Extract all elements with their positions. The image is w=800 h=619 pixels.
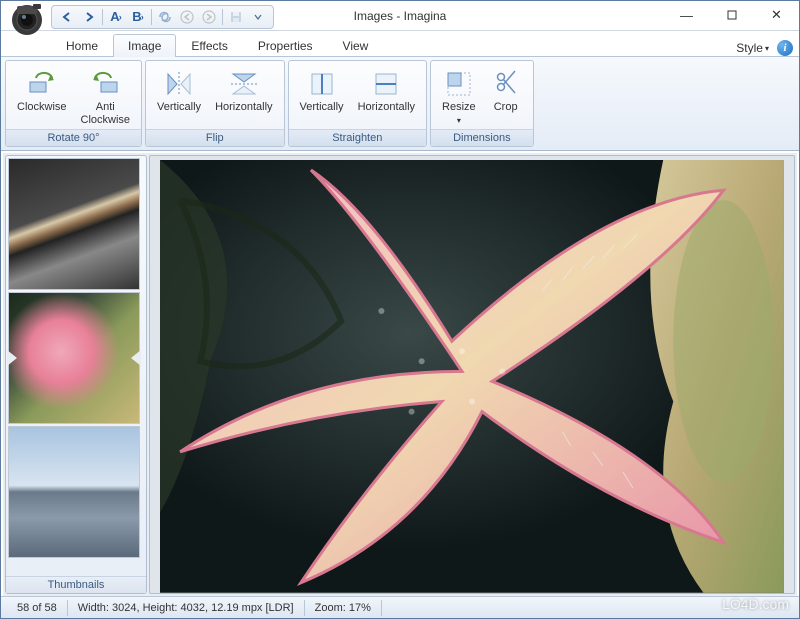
tab-effects[interactable]: Effects bbox=[176, 34, 242, 57]
thumbnail-item[interactable] bbox=[8, 292, 140, 424]
flip-vertically-button[interactable]: Vertically bbox=[152, 65, 206, 117]
label: Crop bbox=[494, 101, 518, 114]
content-area: Thumbnails bbox=[3, 153, 797, 596]
info-icon[interactable]: i bbox=[777, 40, 793, 56]
rotate-anticlockwise-button[interactable]: Anti Clockwise bbox=[76, 65, 136, 129]
label: Horizontally bbox=[215, 101, 272, 114]
ribbon: Clockwise Anti Clockwise Rotate 90° Vert… bbox=[1, 57, 799, 151]
refresh-button[interactable] bbox=[154, 7, 176, 27]
separator bbox=[102, 9, 103, 25]
group-label: Flip bbox=[146, 129, 284, 146]
rotate-clockwise-icon bbox=[26, 68, 58, 100]
label: Vertically bbox=[157, 101, 201, 114]
separator bbox=[222, 9, 223, 25]
nav-forward-button[interactable] bbox=[78, 7, 100, 27]
status-dimensions: Width: 3024, Height: 4032, 12.19 mpx [LD… bbox=[68, 600, 305, 616]
tab-properties[interactable]: Properties bbox=[243, 34, 328, 57]
crop-icon bbox=[490, 68, 522, 100]
nav-back-button[interactable] bbox=[56, 7, 78, 27]
straighten-vertically-button[interactable]: Vertically bbox=[295, 65, 349, 117]
tab-home[interactable]: Home bbox=[51, 34, 113, 57]
quick-access-toolbar: A› B› bbox=[51, 5, 274, 29]
group-flip: Vertically Horizontally Flip bbox=[145, 60, 285, 147]
thumbnails-panel: Thumbnails bbox=[5, 155, 147, 594]
status-position: 58 of 58 bbox=[7, 600, 68, 616]
label: Vertically bbox=[300, 101, 344, 114]
resize-button[interactable]: Resize▾ bbox=[437, 65, 481, 129]
save-button[interactable] bbox=[225, 7, 247, 27]
rotate-anticlockwise-icon bbox=[89, 68, 121, 100]
close-button[interactable]: ✕ bbox=[754, 1, 799, 29]
ribbon-tabs: Home Image Effects Properties View Style… bbox=[1, 31, 799, 57]
label: Clockwise bbox=[17, 101, 67, 114]
thumbnail-item[interactable] bbox=[8, 426, 140, 558]
flip-vertical-icon bbox=[163, 68, 195, 100]
separator bbox=[151, 9, 152, 25]
status-zoom: Zoom: 17% bbox=[305, 600, 382, 616]
group-label: Rotate 90° bbox=[6, 129, 141, 146]
label: Horizontally bbox=[358, 101, 415, 114]
flip-horizontal-icon bbox=[228, 68, 260, 100]
history-back-button[interactable] bbox=[176, 7, 198, 27]
straighten-horizontally-button[interactable]: Horizontally bbox=[353, 65, 420, 117]
compare-a-button[interactable]: A› bbox=[105, 7, 127, 27]
thumbnail-item[interactable] bbox=[8, 158, 140, 290]
thumbnails-list[interactable] bbox=[6, 156, 146, 576]
history-forward-button[interactable] bbox=[198, 7, 220, 27]
label: Anti Clockwise bbox=[81, 101, 131, 126]
group-label: Dimensions bbox=[431, 129, 533, 146]
style-dropdown[interactable]: Style ▾ bbox=[736, 41, 769, 55]
crop-button[interactable]: Crop bbox=[485, 65, 527, 117]
compare-b-button[interactable]: B› bbox=[127, 7, 149, 27]
resize-icon bbox=[443, 68, 475, 100]
label: Resize▾ bbox=[442, 101, 476, 126]
app-icon[interactable] bbox=[7, 0, 47, 38]
title-bar: A› B› Images - Imagina — ✕ bbox=[1, 1, 799, 31]
main-image bbox=[160, 160, 784, 593]
window-controls: — ✕ bbox=[664, 1, 799, 29]
status-bar: 58 of 58 Width: 3024, Height: 4032, 12.1… bbox=[1, 596, 799, 618]
group-rotate: Clockwise Anti Clockwise Rotate 90° bbox=[5, 60, 142, 147]
tab-view[interactable]: View bbox=[328, 34, 384, 57]
group-dimensions: Resize▾ Crop Dimensions bbox=[430, 60, 534, 147]
group-label: Straighten bbox=[289, 129, 427, 146]
rotate-clockwise-button[interactable]: Clockwise bbox=[12, 65, 72, 117]
thumbnails-footer: Thumbnails bbox=[6, 576, 146, 593]
tab-image[interactable]: Image bbox=[113, 34, 176, 57]
straighten-horizontal-icon bbox=[370, 68, 402, 100]
flip-horizontally-button[interactable]: Horizontally bbox=[210, 65, 277, 117]
qat-customize-button[interactable] bbox=[247, 7, 269, 27]
straighten-vertical-icon bbox=[306, 68, 338, 100]
maximize-button[interactable] bbox=[709, 1, 754, 29]
group-straighten: Vertically Horizontally Straighten bbox=[288, 60, 428, 147]
image-viewer[interactable] bbox=[149, 155, 795, 594]
minimize-button[interactable]: — bbox=[664, 1, 709, 29]
